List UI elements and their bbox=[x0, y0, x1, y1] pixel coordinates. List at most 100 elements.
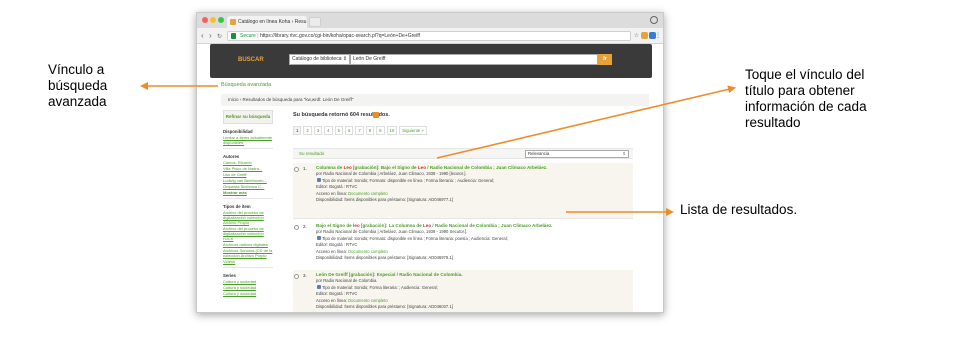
facet-link-item-type[interactable]: Archivo del proceso de digitalización co… bbox=[223, 226, 273, 241]
annotation-touch-title-link: Toque el vínculo del título para obtener… bbox=[745, 67, 867, 130]
access-label: Acceso en línea: bbox=[316, 190, 347, 196]
online-access-link[interactable]: Documento completo bbox=[348, 249, 388, 254]
secure-label: Secure bbox=[240, 33, 256, 39]
refine-search-button[interactable]: Refinar su búsqueda bbox=[223, 110, 273, 124]
result-number: 2. bbox=[303, 224, 307, 229]
address-bar: ‹ › ↻ Secure | https://library.rtvc.gov.… bbox=[197, 28, 663, 44]
back-arrow-icon[interactable]: ‹ bbox=[201, 31, 204, 41]
forward-arrow-icon[interactable]: › bbox=[209, 31, 212, 41]
result-availability: Disponibilidad: Ítems disponibles para p… bbox=[316, 304, 453, 310]
facet-link-series[interactable]: Cultura y sociedad bbox=[223, 279, 273, 284]
result-number: 3. bbox=[303, 273, 307, 278]
reload-icon[interactable]: ↻ bbox=[217, 32, 222, 42]
facet-link-series[interactable]: Cultura y sociedad bbox=[223, 285, 273, 290]
results-toolbar: Su resultado Relevancia ⇕ bbox=[293, 148, 633, 159]
facet-link-item-type[interactable]: Videos bbox=[223, 259, 273, 264]
title-text: / Radio Nacional de Colombia ; Juan Clim… bbox=[426, 165, 548, 170]
breadcrumb: Inicio › Resultados de búsqueda para "kw… bbox=[221, 94, 649, 106]
show-more-link[interactable]: Mostrar más bbox=[223, 190, 273, 195]
title-keyword: Leo bbox=[343, 165, 352, 170]
facet-link-availability[interactable]: Limitar a ítems actualmente disponibles. bbox=[223, 135, 273, 145]
facet-link-author[interactable]: Villa Pisco de Nadra... bbox=[223, 166, 273, 171]
minimize-window-button[interactable] bbox=[210, 17, 216, 23]
facet-heading-item-types: Tipos de ítem bbox=[223, 204, 251, 209]
chevron-down-icon: ⇕ bbox=[622, 151, 626, 156]
result-checkbox[interactable] bbox=[294, 225, 299, 230]
sound-icon bbox=[317, 285, 321, 290]
title-keyword: Leo bbox=[417, 165, 427, 170]
facet-link-author[interactable]: Cantos, Ricardo bbox=[223, 160, 273, 165]
result-number: 1. bbox=[303, 166, 307, 171]
advanced-search-link[interactable]: Búsqueda avanzada bbox=[221, 82, 271, 88]
online-access-link[interactable]: Documento completo bbox=[348, 191, 388, 196]
annotation-advanced-search: Vínculo a búsqueda avanzada bbox=[48, 62, 108, 109]
menu-dots-icon[interactable]: ⋮ bbox=[655, 31, 661, 41]
buscar-label: BUSCAR bbox=[238, 57, 264, 63]
facet-link-item-type[interactable]: Archivo del proceso de digitalización co… bbox=[223, 210, 273, 225]
title-text: [grabación]: La Columna de bbox=[359, 223, 423, 228]
result-item: 3. León De Greiff [grabación]: Especial … bbox=[293, 270, 633, 312]
results-panel: Su búsqueda retornó 604 resultados. 1 2 … bbox=[293, 110, 649, 312]
tab-title: Catálogo en línea Koha › Resu bbox=[238, 19, 307, 25]
search-header: BUSCAR Catálogo de biblioteca ⇕ León De … bbox=[210, 44, 652, 78]
facet-link-item-type[interactable]: Archivos nativos digitales bbox=[223, 242, 273, 247]
lock-icon bbox=[231, 33, 236, 39]
zoom-window-button[interactable] bbox=[218, 17, 224, 23]
browser-window: Catálogo en línea Koha › Resu ‹ › ↻ Secu… bbox=[196, 12, 664, 313]
title-keyword: Leo bbox=[422, 223, 432, 228]
sort-value: Relevancia bbox=[528, 151, 550, 156]
url-text: https://library.rtvc.gov.co/cgi-bin/koha… bbox=[259, 33, 420, 39]
search-input[interactable]: León De Greiff bbox=[350, 54, 598, 65]
page-link[interactable]: 6 bbox=[344, 126, 354, 135]
result-checkbox[interactable] bbox=[294, 274, 299, 279]
page-link[interactable]: 5 bbox=[334, 126, 343, 135]
title-keyword: leo bbox=[353, 223, 360, 228]
facet-link-author[interactable]: Orquesta Sinfónica C... bbox=[223, 184, 273, 189]
title-text: [grabación]: Bajo el Signo de bbox=[351, 165, 418, 170]
page-link[interactable]: 3 bbox=[313, 126, 323, 135]
result-type: Tipo de material: Sonido; Forma literari… bbox=[322, 284, 438, 290]
tutorial-figure: Vínculo a búsqueda avanzada Toque el vín… bbox=[0, 0, 960, 337]
access-label: Acceso en línea: bbox=[316, 248, 347, 254]
title-text: Columna de bbox=[316, 165, 344, 170]
annotation-result-list: Lista de resultados. bbox=[680, 202, 798, 217]
page-link[interactable]: 1 bbox=[293, 126, 302, 135]
sort-select[interactable]: Relevancia ⇕ bbox=[525, 150, 629, 158]
title-text: / Radio Nacional de Colombia ; Juan Clim… bbox=[431, 223, 553, 228]
page-link[interactable]: 7 bbox=[355, 126, 364, 135]
result-item: 1. Columna de Leo [grabación]: Bajo el S… bbox=[293, 163, 633, 219]
browser-tab[interactable]: Catálogo en línea Koha › Resu bbox=[227, 16, 307, 28]
facet-heading-availability: Disponibilidad bbox=[223, 129, 253, 134]
select-results-link[interactable]: Su resultado bbox=[299, 151, 324, 156]
facet-link-series[interactable]: Cultura y sociedad bbox=[223, 291, 273, 296]
account-icon[interactable] bbox=[650, 16, 658, 24]
online-access-link[interactable]: Documento completo bbox=[348, 298, 388, 303]
page-link[interactable]: 9 bbox=[376, 126, 385, 135]
url-field[interactable]: Secure | https://library.rtvc.gov.co/cgi… bbox=[227, 31, 631, 41]
pagination: 1 2 3 4 5 6 7 8 9 10 Siguiente » bbox=[293, 126, 427, 136]
search-scope-select[interactable]: Catálogo de biblioteca ⇕ bbox=[289, 54, 350, 65]
page-link[interactable]: 2 bbox=[303, 126, 312, 135]
page-link[interactable]: 10 bbox=[386, 126, 398, 135]
result-type: Tipo de material: Sonido; Formato: dispo… bbox=[322, 235, 508, 241]
koha-opac-page: BUSCAR Catálogo de biblioteca ⇕ León De … bbox=[197, 44, 663, 312]
next-page-link[interactable]: Siguiente » bbox=[399, 126, 427, 135]
facet-link-author[interactable]: Uso de Greiff bbox=[223, 172, 273, 177]
search-go-button[interactable]: Ir bbox=[598, 54, 612, 65]
title-text: [grabación]: Especial / Radio Nacional d… bbox=[347, 272, 463, 277]
result-item: 2. Bajo el Signo de leo [grabación]: La … bbox=[293, 221, 633, 277]
facet-link-author[interactable]: Ludwig van Beethoven... bbox=[223, 178, 273, 183]
facet-link-item-type[interactable]: Archivos Sonoros (CD de la colección Arc… bbox=[223, 248, 273, 258]
bookmark-star-icon[interactable]: ☆ bbox=[634, 31, 639, 41]
facet-heading-authors: Autores bbox=[223, 154, 240, 159]
access-label: Acceso en línea: bbox=[316, 297, 347, 303]
sound-icon bbox=[317, 178, 321, 183]
page-link[interactable]: 4 bbox=[324, 126, 333, 135]
new-tab-button[interactable] bbox=[309, 17, 321, 27]
rss-icon[interactable] bbox=[373, 112, 379, 118]
result-type: Tipo de material: Sonido; Formato: dispo… bbox=[322, 177, 495, 183]
close-window-button[interactable] bbox=[202, 17, 208, 23]
page-link[interactable]: 8 bbox=[365, 126, 375, 135]
result-checkbox[interactable] bbox=[294, 167, 299, 172]
extension-icon[interactable] bbox=[641, 32, 648, 39]
